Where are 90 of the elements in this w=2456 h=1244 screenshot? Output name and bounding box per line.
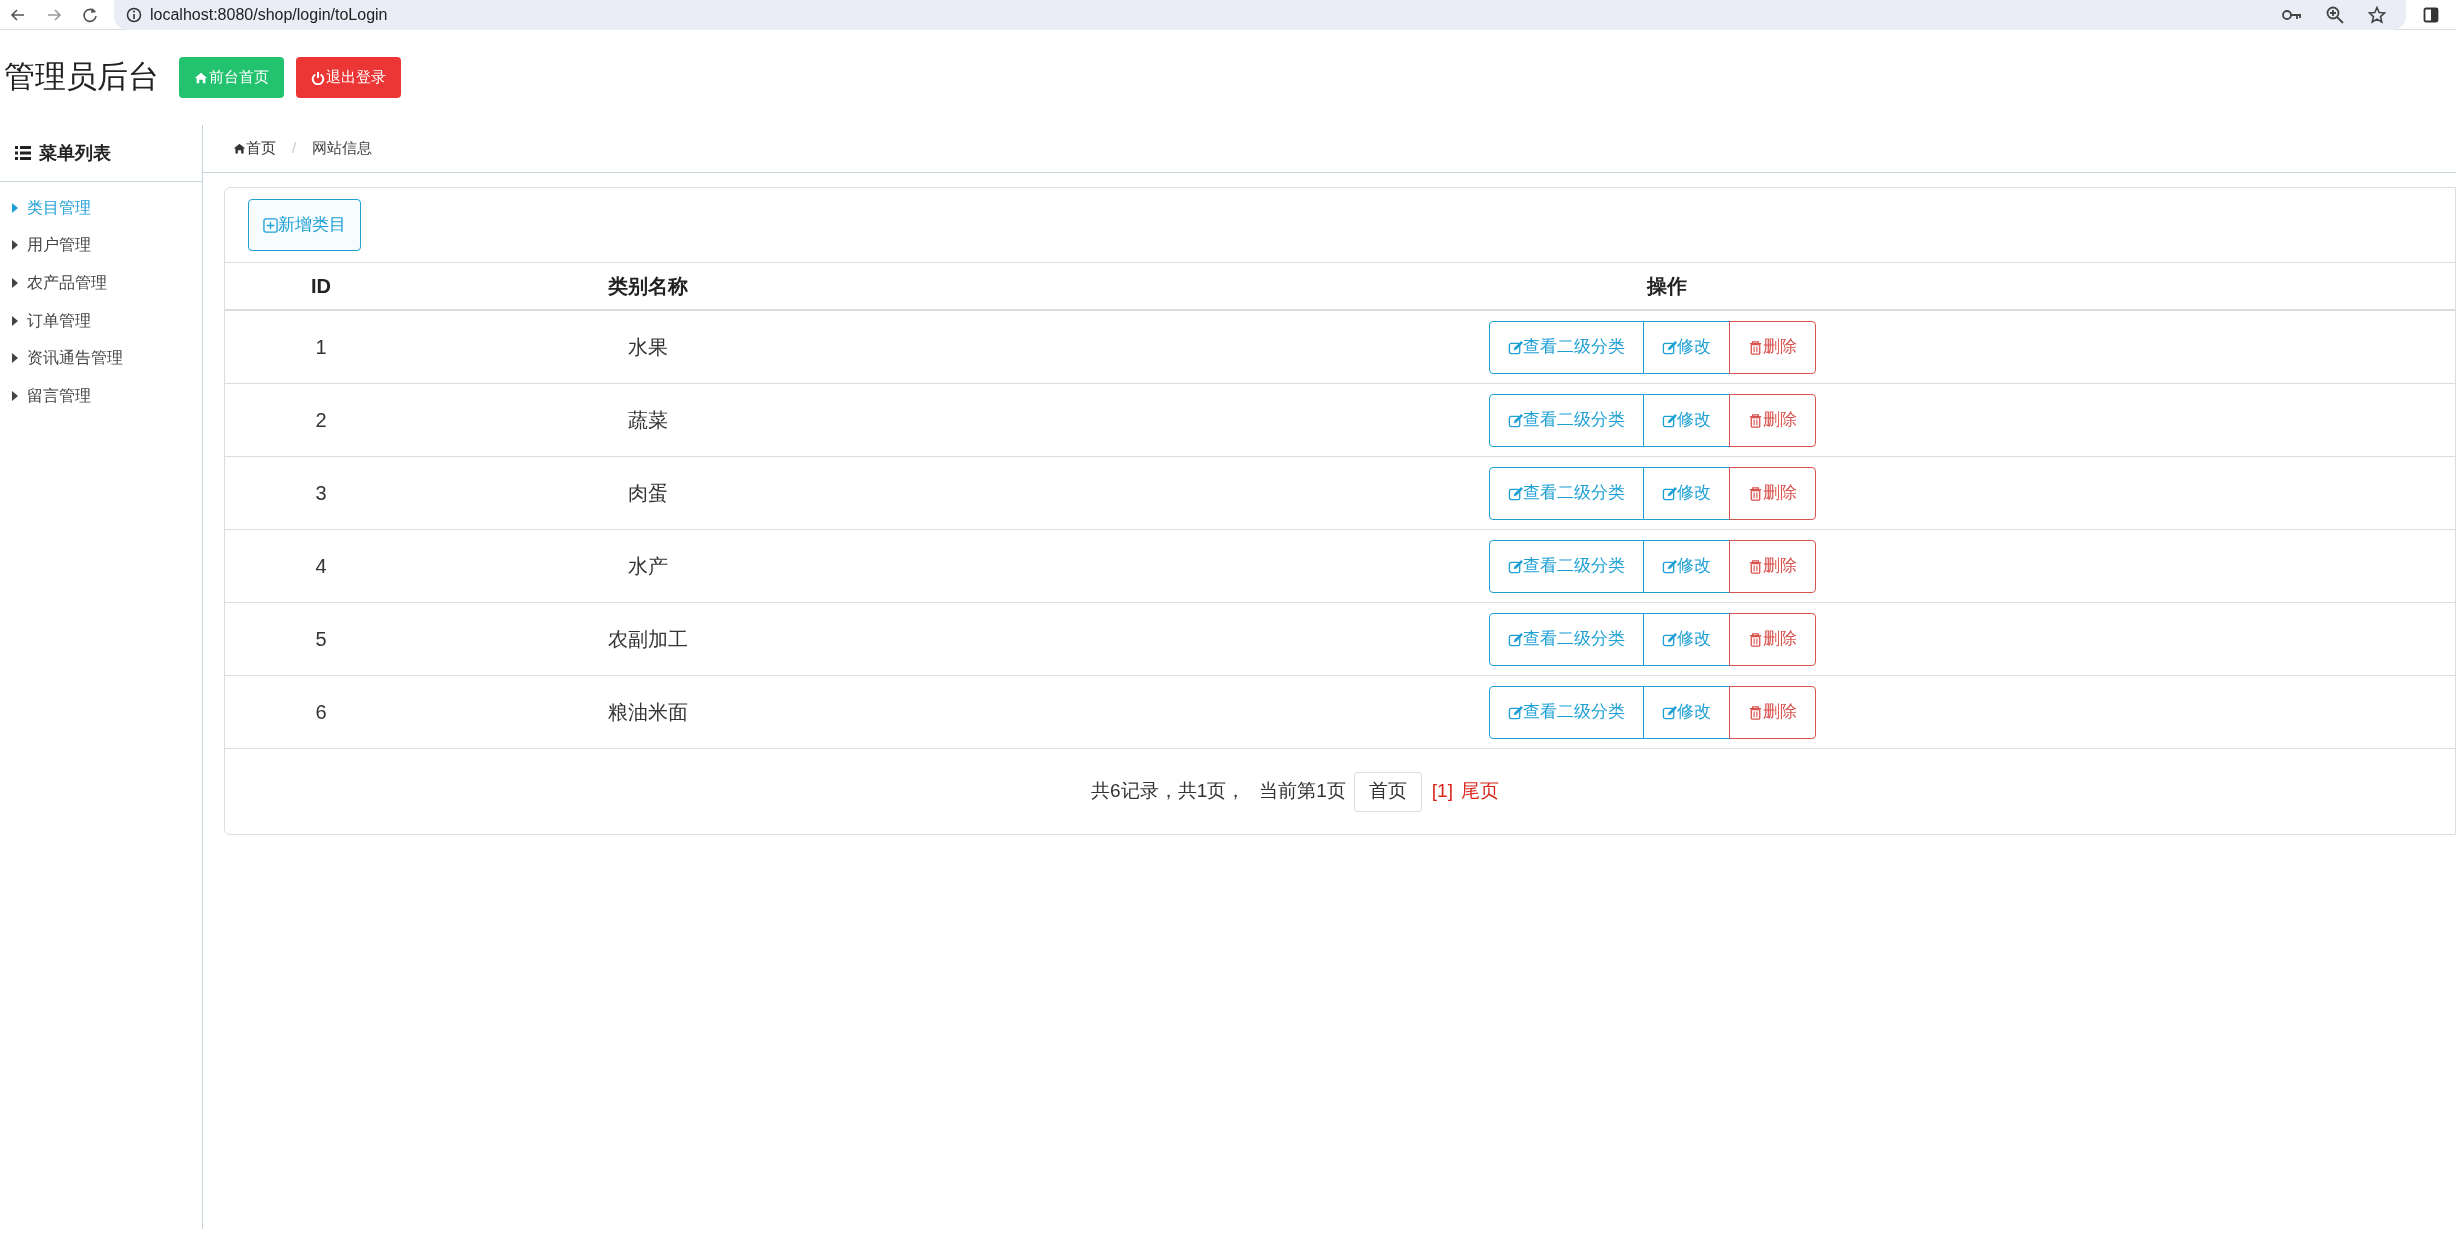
trash-icon <box>1747 704 1763 720</box>
caret-icon <box>12 240 18 251</box>
edit-button[interactable]: 修改 <box>1642 393 1730 447</box>
trash-icon <box>1747 631 1763 647</box>
table-cell-text: 5 <box>315 627 327 652</box>
table-cell-text: 粮油米面 <box>608 700 688 725</box>
table-cell-text: 1 <box>315 335 327 360</box>
edit-icon <box>1507 704 1523 720</box>
delete-button[interactable]: 删除 <box>1728 539 1816 593</box>
view-subcategory-button[interactable]: 查看二级分类 <box>1488 466 1644 520</box>
edit-icon <box>1661 339 1677 355</box>
record-summary: 共6记录，共1页， <box>1091 779 1246 804</box>
caret-icon <box>12 278 18 288</box>
menu-item[interactable]: 订单管理 <box>0 301 202 340</box>
edit-icon <box>1507 339 1523 355</box>
edit-button[interactable]: 修改 <box>1642 539 1730 593</box>
caret-icon <box>12 353 18 364</box>
delete-button[interactable]: 删除 <box>1728 320 1816 374</box>
edit-icon <box>1507 485 1523 501</box>
caret-icon <box>12 390 18 401</box>
trash-icon <box>1747 412 1763 428</box>
home-button[interactable]: 前台首页 <box>179 57 284 98</box>
caret-icon <box>12 202 18 213</box>
table-cell-text: 水果 <box>628 335 668 360</box>
forward-icon <box>46 6 62 23</box>
edit-button[interactable]: 修改 <box>1642 320 1730 374</box>
view-subcategory-button[interactable]: 查看二级分类 <box>1488 320 1644 374</box>
address-bar[interactable]: localhost:8080/shop/login/toLogin <box>114 0 2406 30</box>
view-subcategory-button[interactable]: 查看二级分类 <box>1488 539 1644 593</box>
trash-icon <box>1747 339 1763 355</box>
sidebar-title: 菜单列表 <box>39 141 111 165</box>
page-link[interactable]: [1] <box>1431 777 1453 806</box>
home-icon <box>233 142 246 155</box>
logout-button[interactable]: 退出登录 <box>296 57 401 98</box>
column-header: 类别名称 <box>608 274 688 299</box>
table-cell-text: 6 <box>315 700 327 725</box>
reload-icon <box>82 6 98 23</box>
edit-button[interactable]: 修改 <box>1642 612 1730 666</box>
delete-button[interactable]: 删除 <box>1728 685 1816 739</box>
view-subcategory-button[interactable]: 查看二级分类 <box>1488 612 1644 666</box>
table-cell-text: 蔬菜 <box>628 408 668 433</box>
edit-icon <box>1661 631 1677 647</box>
table-cell-text: 3 <box>315 481 327 506</box>
column-header: ID <box>311 274 331 299</box>
edit-icon <box>1661 485 1677 501</box>
side-panel-icon <box>2423 6 2439 23</box>
first-page-button[interactable]: 首页 <box>1353 771 1422 812</box>
edit-icon <box>1507 412 1523 428</box>
list-icon <box>15 146 31 160</box>
edit-button[interactable]: 修改 <box>1642 685 1730 739</box>
menu-item[interactable]: 留言管理 <box>0 376 202 415</box>
table-cell-text: 农副加工 <box>608 627 688 652</box>
table-cell-text: 2 <box>315 408 327 433</box>
table-cell-text: 水产 <box>628 554 668 579</box>
breadcrumb-current: 网站信息 <box>312 138 373 159</box>
edit-icon <box>1507 631 1523 647</box>
last-page-link[interactable]: 尾页 <box>1460 777 1499 806</box>
caret-icon <box>12 315 18 326</box>
url-text: localhost:8080/shop/login/toLogin <box>150 4 388 25</box>
edit-icon <box>1661 558 1677 574</box>
info-icon <box>126 6 142 23</box>
zoom-icon <box>2326 5 2344 24</box>
delete-button[interactable]: 删除 <box>1728 466 1816 520</box>
edit-icon <box>1661 704 1677 720</box>
power-icon <box>311 70 325 85</box>
current-page-text: 当前第1页 <box>1259 779 1346 804</box>
breadcrumb-link[interactable]: 首页 <box>233 137 276 160</box>
view-subcategory-button[interactable]: 查看二级分类 <box>1488 685 1644 739</box>
delete-button[interactable]: 删除 <box>1728 612 1816 666</box>
table-cell-text: 4 <box>315 554 327 579</box>
menu-item[interactable]: 资讯通告管理 <box>0 339 202 377</box>
home-icon <box>194 70 208 85</box>
table-cell-text: 肉蛋 <box>628 481 668 506</box>
star-icon <box>2368 5 2386 24</box>
add-category-button[interactable]: 新增类目 <box>248 199 361 251</box>
view-subcategory-button[interactable]: 查看二级分类 <box>1488 393 1644 447</box>
edit-icon <box>1507 558 1523 574</box>
edit-icon <box>1661 412 1677 428</box>
edit-button[interactable]: 修改 <box>1642 466 1730 520</box>
breadcrumb-separator: / <box>291 138 298 159</box>
menu-item[interactable]: 类目管理 <box>0 189 202 227</box>
delete-button[interactable]: 删除 <box>1728 393 1816 447</box>
trash-icon <box>1747 558 1763 574</box>
plus-icon <box>263 217 278 233</box>
page-title: 管理员后台 <box>4 58 159 97</box>
trash-icon <box>1747 485 1763 501</box>
column-header: 操作 <box>1647 274 1687 299</box>
menu-item[interactable]: 农产品管理 <box>0 264 202 302</box>
menu-item[interactable]: 用户管理 <box>0 226 202 265</box>
back-icon <box>10 6 26 23</box>
